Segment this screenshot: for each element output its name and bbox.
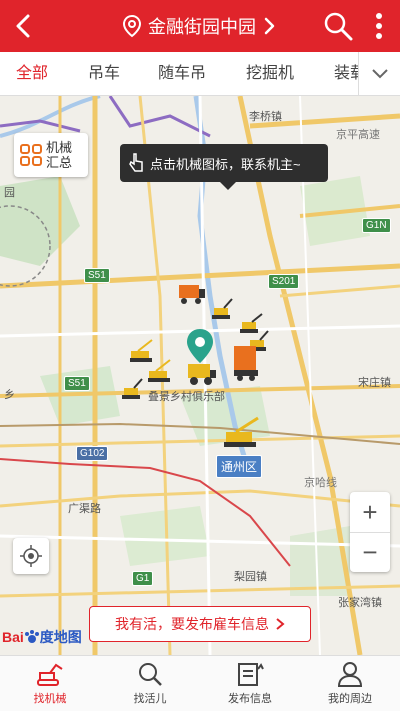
- map-label-jingha: 京哈线: [304, 477, 337, 489]
- publish-icon: [238, 663, 264, 686]
- truck-marker-icon[interactable]: [178, 282, 206, 306]
- paw-icon: [24, 630, 39, 643]
- machine-summary-button[interactable]: 机械汇总: [14, 133, 88, 177]
- location-selector[interactable]: 金融街园中园: [122, 12, 276, 40]
- map-label-litiao: 李桥镇: [249, 111, 282, 123]
- map-label-jingping: 京平高速: [336, 129, 380, 141]
- road-shield: S201: [268, 274, 300, 289]
- zoom-in-button[interactable]: +: [350, 492, 390, 532]
- baidu-logo-bai: Bai: [2, 629, 24, 645]
- road-shield: G1N: [362, 218, 391, 233]
- baidu-map-logo: Bai 度地图: [2, 626, 82, 648]
- nav-label: 我的周边: [328, 693, 372, 705]
- nav-find-machine[interactable]: 找机械: [0, 656, 100, 711]
- road-shield: S51: [64, 376, 90, 391]
- top-bar: 金融街园中园: [0, 0, 400, 52]
- chevron-right-icon: [276, 618, 285, 630]
- machine-summary-label: 机械汇总: [46, 140, 73, 170]
- hint-tooltip-text: 点击机械图标，联系机主~: [150, 156, 301, 172]
- tap-hand-icon: [129, 153, 143, 172]
- truck-crane-marker-icon[interactable]: [232, 342, 260, 382]
- nav-find-job[interactable]: 找活儿: [100, 656, 200, 711]
- map-label-guangqu: 广渠路: [68, 503, 101, 515]
- search-icon[interactable]: [322, 10, 354, 42]
- nav-label: 找活儿: [133, 693, 167, 705]
- more-vertical-icon[interactable]: [366, 10, 392, 42]
- district-label: 通州区: [216, 455, 263, 478]
- map-label-yuan: 园: [4, 187, 15, 199]
- publish-hire-text: 我有活，要发布雇车信息: [115, 616, 269, 632]
- baidu-logo-du: 度地图: [39, 629, 82, 645]
- current-location-pin-icon: [187, 329, 213, 363]
- bottom-nav: 找机械 找活儿 发布信息 我的周边: [0, 655, 400, 711]
- map-label-xiang: 乡: [4, 389, 15, 401]
- excavator-marker-icon[interactable]: [120, 376, 146, 400]
- excavator-icon: [37, 663, 63, 686]
- nav-label: 找机械: [33, 693, 67, 705]
- search-job-icon: [139, 663, 162, 686]
- chevron-down-icon[interactable]: [358, 52, 400, 95]
- road-shield: S51: [84, 268, 110, 283]
- road-shield: G1: [132, 571, 154, 586]
- tab-excavator[interactable]: 挖掘机: [246, 52, 294, 95]
- crane-marker-icon[interactable]: [146, 358, 174, 384]
- map-label-zhangjiawan: 张家湾镇: [338, 597, 382, 609]
- tab-crane[interactable]: 吊车: [88, 52, 120, 95]
- nav-nearby[interactable]: 我的周边: [300, 656, 400, 711]
- map-label-liyuan: 梨园镇: [234, 571, 267, 583]
- publish-hire-banner[interactable]: 我有活，要发布雇车信息: [89, 606, 311, 642]
- back-arrow-icon[interactable]: [8, 10, 40, 42]
- map-label-diejing: 叠景乡村俱乐部: [148, 391, 225, 403]
- nav-publish[interactable]: 发布信息: [200, 656, 300, 711]
- tab-all[interactable]: 全部: [16, 52, 48, 95]
- locate-me-button[interactable]: [13, 538, 49, 574]
- location-pin-icon: [122, 14, 142, 38]
- map-label-songzhuang: 宋庄镇: [358, 377, 391, 389]
- tab-truck-crane[interactable]: 随车吊: [158, 52, 206, 95]
- crane-marker-icon[interactable]: [222, 416, 262, 452]
- chevron-right-icon: [264, 17, 275, 35]
- zoom-out-button[interactable]: −: [350, 532, 390, 572]
- grid-icon: [20, 144, 42, 166]
- location-label: 金融街园中园: [148, 17, 256, 37]
- person-icon: [337, 662, 363, 687]
- excavator-marker-icon[interactable]: [210, 296, 236, 320]
- hint-tooltip: 点击机械图标，联系机主~: [120, 144, 328, 190]
- road-shield: G102: [76, 446, 109, 461]
- crosshair-icon: [20, 545, 42, 567]
- map-view[interactable]: 李桥镇 京平高速 宋庄镇 叠景乡村俱乐部 广渠路 梨园镇 张家湾镇 园 乡 京哈…: [0, 96, 400, 655]
- nav-label: 发布信息: [228, 693, 272, 705]
- zoom-control: + −: [350, 492, 390, 572]
- category-tabs: 全部 吊车 随车吊 挖掘机 装载: [0, 52, 400, 96]
